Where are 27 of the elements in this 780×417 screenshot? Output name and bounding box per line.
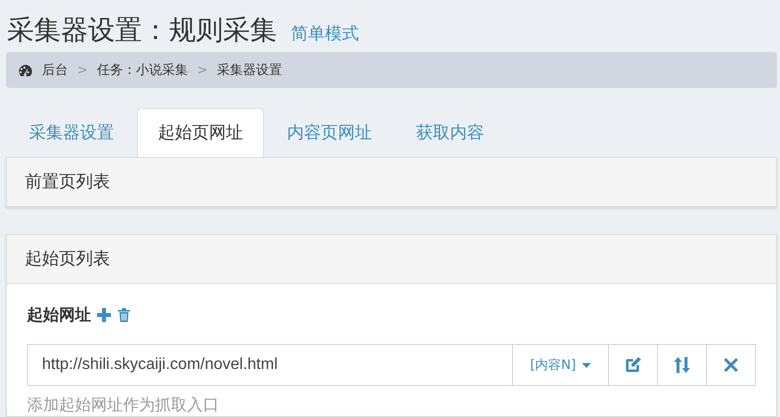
tab[interactable]: 内容页网址 (266, 108, 393, 157)
remove-button[interactable] (707, 344, 756, 386)
current-page-label: 采集器设置 (216, 62, 282, 79)
help-text: 添加起始网址作为抓取入口 (27, 395, 220, 416)
edit-button[interactable] (609, 344, 658, 386)
page-title: 采集器设置：规则采集 (7, 14, 277, 48)
tab[interactable]: 获取内容 (395, 108, 505, 157)
breadcrumb-link[interactable]: 任务：小说采集 (96, 61, 188, 79)
sort-icon (673, 356, 691, 374)
close-icon (723, 357, 739, 373)
delete-icon[interactable] (117, 307, 131, 323)
simple-mode-link[interactable]: 简单模式 (291, 22, 359, 45)
content-dropdown-button[interactable]: [内容N] (513, 344, 609, 386)
tab[interactable]: 起始页网址 (137, 108, 264, 157)
panel-heading: 起始页列表 (7, 235, 776, 284)
url-input-field[interactable]: http://shili.skycaiji.com/novel.html (27, 344, 513, 386)
add-icon[interactable] (96, 307, 112, 323)
sort-button[interactable] (658, 344, 707, 386)
field-label: 起始网址 (27, 304, 91, 326)
dashboard-icon (18, 64, 33, 76)
breadcrumb-separator: > (196, 62, 208, 78)
caret-icon (582, 362, 591, 368)
tab[interactable]: 采集器设置 (8, 108, 135, 157)
breadcrumb-separator: > (77, 62, 88, 78)
breadcrumb-link[interactable]: 后台 (42, 61, 68, 79)
edit-icon (624, 356, 642, 374)
panel-heading: 前置页列表 (7, 158, 776, 207)
